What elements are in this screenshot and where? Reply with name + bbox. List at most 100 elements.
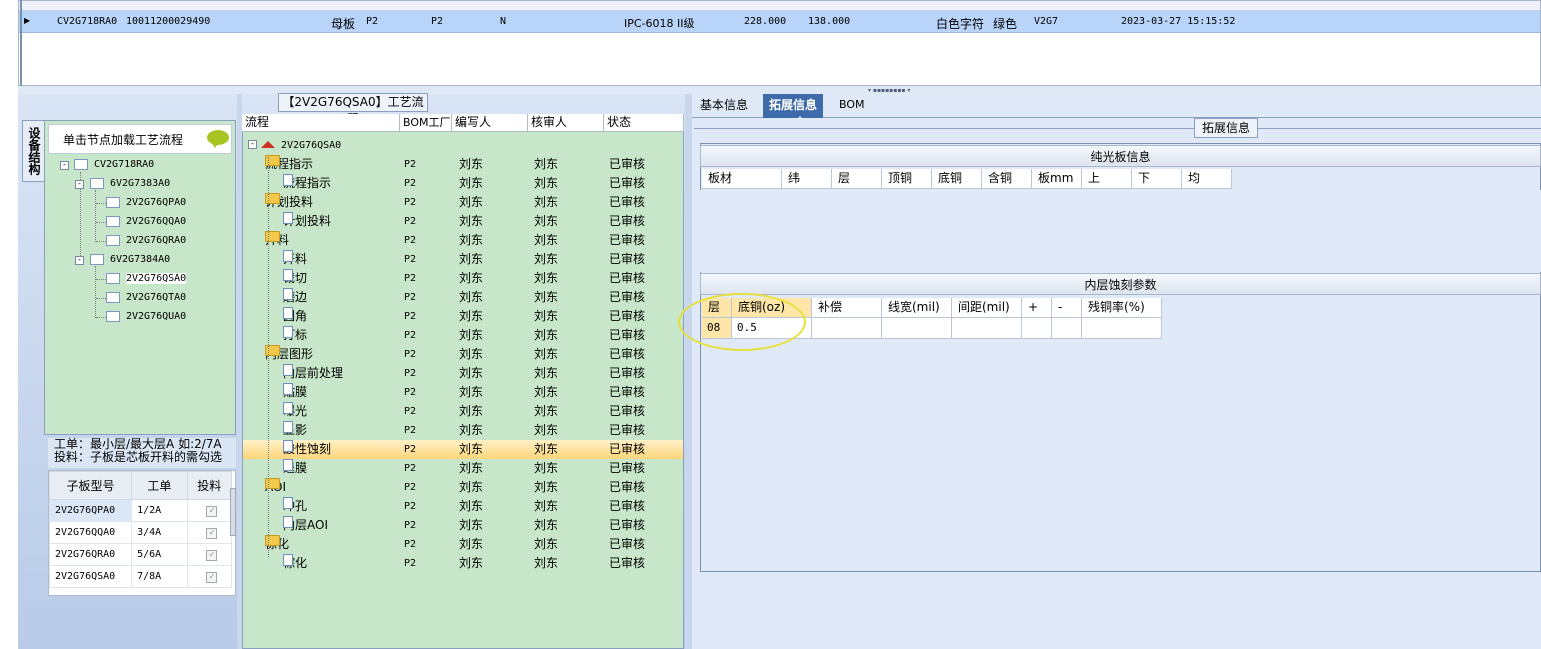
flow-status: 已审核 (609, 157, 646, 171)
flow-row[interactable]: 打标 P2 刘东 刘东 已审核 (243, 326, 683, 345)
flow-bom: P2 (404, 292, 417, 303)
flow-row[interactable]: 曝光 P2 刘东 刘东 已审核 (243, 402, 683, 421)
flow-row[interactable]: 棕化 P2 刘东 刘东 已审核 (243, 554, 683, 573)
cell: 3/4A (131, 521, 188, 544)
checkbox[interactable]: ✓ (206, 549, 218, 561)
flow-row[interactable]: -流程指示 P2 刘东 刘东 已审核 (243, 155, 683, 174)
col-header[interactable]: 投料 (186, 471, 233, 500)
etch-params-title: 内层蚀刻参数 (700, 273, 1541, 295)
document-icon (283, 421, 293, 433)
document-icon (283, 288, 293, 300)
flow-row[interactable]: 裁切 P2 刘东 刘东 已审核 (243, 269, 683, 288)
plain-col-header[interactable]: 纬 (782, 169, 832, 189)
col-header[interactable]: 核审人 (528, 114, 604, 132)
table-row[interactable]: 2V2G76QRA0 5/6A ✓ (48, 543, 233, 566)
cell: 7/8A (131, 565, 188, 588)
flow-row[interactable]: -棕化P2刘东刘东已审核 (243, 535, 683, 554)
etch-cell[interactable] (1052, 318, 1082, 339)
flow-reviewer: 刘东 (534, 290, 559, 304)
tab-basic-info[interactable]: 基本信息 (694, 94, 754, 118)
order-datetime: 2023-03-27 15:15:52 (1121, 16, 1236, 27)
flow-row[interactable]: 内层AOI P2 刘东 刘东 已审核 (243, 516, 683, 535)
flow-row[interactable]: 内层前处理 P2 刘东 刘东 已审核 (243, 364, 683, 383)
flow-row[interactable]: -计划投料 P2 刘东 刘东 已审核 (243, 193, 683, 212)
col-header[interactable]: 流程 (242, 114, 400, 132)
plain-col-header[interactable]: 顶铜 (882, 169, 932, 189)
tree-node-group-2[interactable]: 6V2G7384A0 (90, 253, 170, 267)
tree-node[interactable]: 2V2G76QQA0 (106, 215, 186, 229)
flow-row[interactable]: 开料 P2 刘东 刘东 已审核 (243, 250, 683, 269)
flow-row[interactable]: -内层图形 P2 刘东 刘东 已审核 (243, 345, 683, 364)
vertical-splitter[interactable] (685, 94, 692, 649)
flow-row[interactable]: 退膜 P2 刘东 刘东 已审核 (243, 459, 683, 478)
etch-cell[interactable] (952, 318, 1022, 339)
etch-col-header[interactable]: - (1052, 298, 1082, 318)
flow-row[interactable]: 冲孔 P2 刘东 刘东 已审核 (243, 497, 683, 516)
etch-cell[interactable] (1022, 318, 1052, 339)
flow-row[interactable]: 流程指示 P2 刘东 刘东 已审核 (243, 174, 683, 193)
col-header[interactable]: 子板型号 (48, 471, 133, 500)
order-v2: 138.000 (808, 16, 851, 27)
etch-col-header[interactable]: + (1022, 298, 1052, 318)
flow-root[interactable]: -2V2G76QSA0 (248, 137, 341, 151)
flow-row[interactable]: 酸性蚀刻 P2 刘东 刘东 已审核 (243, 440, 683, 459)
table-row[interactable]: 2V2G76QPA0 1/2A ✓ (48, 499, 233, 522)
plain-col-header[interactable]: 底铜 (932, 169, 982, 189)
tree-node-selected[interactable]: 2V2G76QSA0 (106, 272, 187, 286)
tab-bom[interactable]: BOM (833, 94, 871, 118)
etch-cell[interactable] (1082, 318, 1162, 339)
flow-row[interactable]: -开料P2刘东刘东已审核 (243, 231, 683, 250)
plain-col-header[interactable]: 上 (1082, 169, 1132, 189)
plain-board-body (700, 190, 1541, 272)
document-icon (283, 459, 293, 471)
etch-col-header[interactable]: 间距(mil) (952, 298, 1022, 318)
col-header[interactable]: 编写人 (452, 114, 528, 132)
collapse-icon[interactable]: - (75, 180, 84, 189)
plain-col-header[interactable]: 下 (1132, 169, 1182, 189)
collapse-icon[interactable]: - (75, 256, 84, 265)
tree-node[interactable]: 2V2G76QRA0 (106, 234, 186, 248)
col-header[interactable]: 工单 (131, 471, 188, 500)
flow-row[interactable]: 计划投料 P2 刘东 刘东 已审核 (243, 212, 683, 231)
etch-col-header[interactable]: 补偿 (812, 298, 882, 318)
plain-col-header[interactable]: 层 (832, 169, 882, 189)
flow-reviewer: 刘东 (534, 309, 559, 323)
tree-node-group-1[interactable]: 6V2G7383A0 (90, 177, 170, 191)
scrollbar[interactable] (230, 488, 236, 536)
flow-row[interactable]: 磨边 P2 刘东 刘东 已审核 (243, 288, 683, 307)
horizontal-splitter[interactable]: ▾ ▪▪▪▪▪▪▪▪ ▾ (18, 86, 1541, 94)
table-row[interactable]: 2V2G76QSA0 7/8A ✓ (48, 565, 233, 588)
flow-row[interactable]: 圆角 P2 刘东 刘东 已审核 (243, 307, 683, 326)
etch-cell[interactable] (882, 318, 952, 339)
flow-author: 刘东 (459, 271, 484, 285)
tab-extended-info[interactable]: 拓展信息 (763, 94, 824, 118)
etch-col-header[interactable]: 残铜率(%) (1082, 298, 1162, 318)
flow-row[interactable]: -AOIP2刘东刘东已审核 (243, 478, 683, 497)
etch-col-header[interactable]: 线宽(mil) (882, 298, 952, 318)
tree-node-root[interactable]: CV2G718RA0 (74, 158, 154, 172)
tree-node[interactable]: 2V2G76QUA0 (106, 310, 186, 324)
table-row[interactable]: 2V2G76QQA0 3/4A ✓ (48, 521, 233, 544)
col-header[interactable]: BOM工厂 (400, 114, 452, 132)
grid-left-border (20, 0, 22, 86)
collapse-icon[interactable]: - (60, 161, 69, 170)
checkbox[interactable]: ✓ (206, 505, 218, 517)
tree-node[interactable]: 2V2G76QPA0 (106, 196, 186, 210)
flow-step-name: 内层前处理 (283, 364, 344, 380)
flow-bom: P2 (404, 311, 417, 322)
document-icon (283, 250, 293, 262)
checkbox[interactable]: ✓ (206, 571, 218, 583)
tab-device-structure[interactable]: 设备结构 (22, 120, 44, 182)
tree-node[interactable]: 2V2G76QTA0 (106, 291, 186, 305)
plain-col-header[interactable]: 均 (1182, 169, 1232, 189)
flow-status: 已审核 (609, 423, 646, 437)
plain-col-header[interactable]: 板材 (702, 169, 782, 189)
flow-row[interactable]: 贴膜 P2 刘东 刘东 已审核 (243, 383, 683, 402)
flow-row[interactable]: 显影 P2 刘东 刘东 已审核 (243, 421, 683, 440)
flow-step-name: 内层AOI (283, 516, 328, 532)
col-header[interactable]: 状态 (604, 114, 684, 132)
plain-col-header[interactable]: 含铜 (982, 169, 1032, 189)
checkbox[interactable]: ✓ (206, 527, 218, 539)
etch-cell[interactable] (812, 318, 882, 339)
plain-col-header[interactable]: 板mm (1032, 169, 1082, 189)
